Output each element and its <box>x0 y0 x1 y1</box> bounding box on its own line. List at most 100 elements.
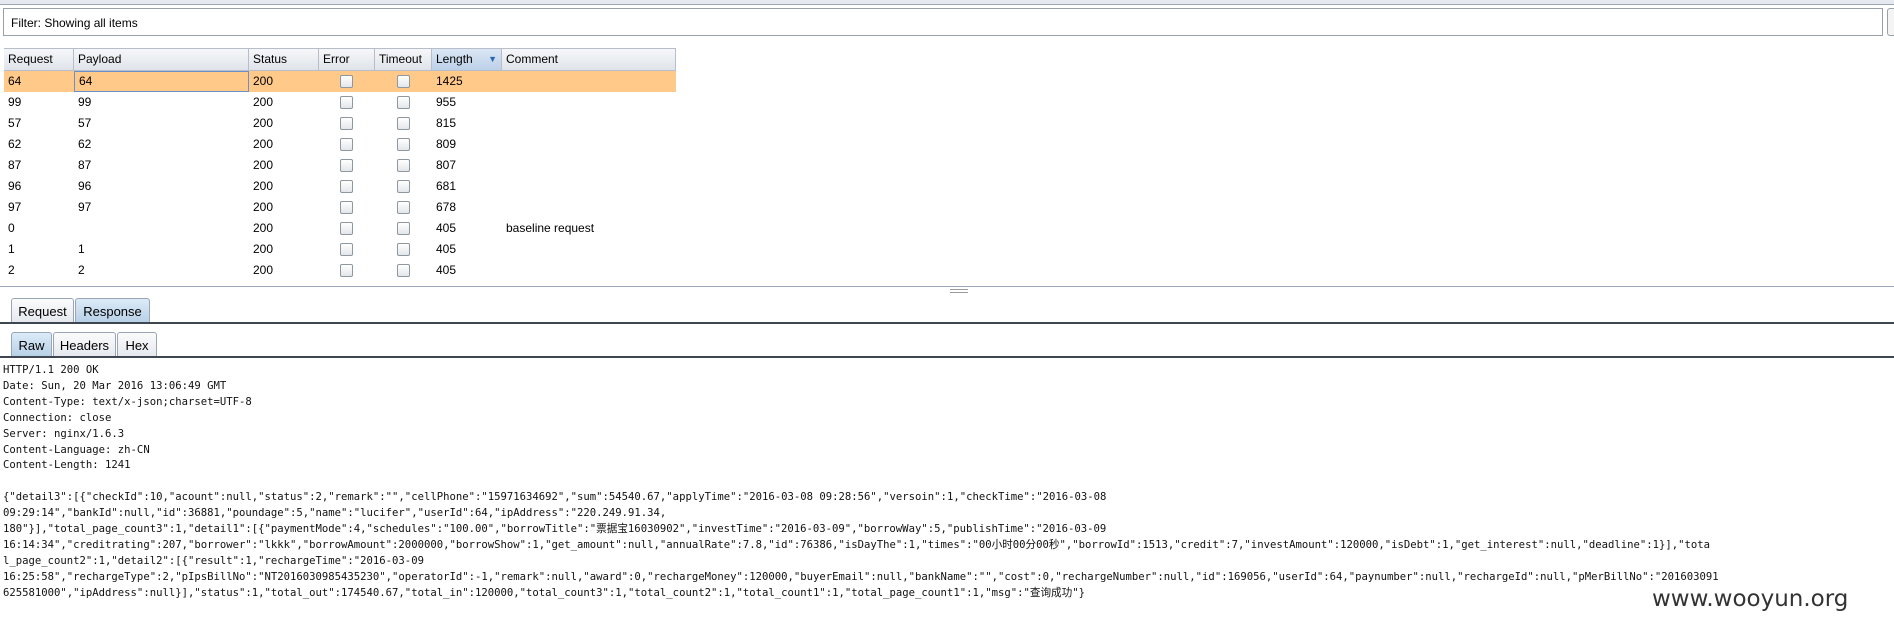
cell-payload: 97 <box>78 200 92 214</box>
error-checkbox[interactable] <box>340 75 353 88</box>
tab-response[interactable]: Response <box>75 298 150 323</box>
column-header-timeout[interactable]: Timeout <box>375 49 432 70</box>
cell-request: 62 <box>8 137 22 151</box>
cell-length: 807 <box>436 158 457 172</box>
column-header-length[interactable]: Length ▼ <box>432 49 502 70</box>
table-row[interactable]: 87 87 200 807 <box>4 155 676 176</box>
column-header-request[interactable]: Request <box>4 49 74 70</box>
cell-payload: 57 <box>78 116 92 130</box>
timeout-checkbox[interactable] <box>397 180 410 193</box>
table-row[interactable]: 0 200 405 baseline request <box>4 218 676 239</box>
response-line: {"detail3":[{"checkId":10,"acount":null,… <box>3 491 1107 504</box>
timeout-checkbox[interactable] <box>397 75 410 88</box>
cell-payload <box>74 218 249 239</box>
cell-length: 405 <box>436 242 457 256</box>
timeout-checkbox[interactable] <box>397 96 410 109</box>
table-row[interactable]: 2 2 200 405 <box>4 260 676 281</box>
watermark: www.wooyun.org <box>1652 586 1849 612</box>
filter-edge-button[interactable] <box>1887 8 1894 36</box>
error-checkbox[interactable] <box>340 117 353 130</box>
tab-request[interactable]: Request <box>11 298 74 323</box>
cell-request: 87 <box>8 158 22 172</box>
timeout-checkbox[interactable] <box>397 264 410 277</box>
error-checkbox[interactable] <box>340 159 353 172</box>
cell-length: 1425 <box>436 74 463 88</box>
cell-status: 200 <box>253 179 274 193</box>
error-checkbox[interactable] <box>340 264 353 277</box>
cell-payload: 2 <box>78 263 85 277</box>
cell-status: 200 <box>253 95 274 109</box>
cell-length: 405 <box>436 263 457 277</box>
response-line: Content-Language: zh-CN <box>3 443 150 456</box>
cell-length: 678 <box>436 200 457 214</box>
tab-raw[interactable]: Raw <box>11 332 52 357</box>
cell-status: 200 <box>253 137 274 151</box>
response-body[interactable]: HTTP/1.1 200 OK Date: Sun, 20 Mar 2016 13… <box>3 363 1888 602</box>
table-row[interactable]: 57 57 200 815 <box>4 113 676 134</box>
sort-descending-icon: ▼ <box>488 54 497 64</box>
cell-payload: 64 <box>74 71 249 92</box>
window-top-border <box>0 0 1894 5</box>
error-checkbox[interactable] <box>340 138 353 151</box>
table-row[interactable]: 99 99 200 955 <box>4 92 676 113</box>
cell-status: 200 <box>253 74 274 88</box>
tab-hex[interactable]: Hex <box>117 332 157 357</box>
filter-label: Filter: Showing all items <box>11 16 138 30</box>
cell-comment: baseline request <box>506 221 595 235</box>
response-line: Server: nginx/1.6.3 <box>3 427 125 440</box>
timeout-checkbox[interactable] <box>397 159 410 172</box>
cell-status: 200 <box>253 242 274 256</box>
column-header-payload[interactable]: Payload <box>74 49 249 70</box>
table-row[interactable]: 1 1 200 405 <box>4 239 676 260</box>
error-checkbox[interactable] <box>340 201 353 214</box>
cell-request: 99 <box>8 95 22 109</box>
timeout-checkbox[interactable] <box>397 117 410 130</box>
cell-status: 200 <box>253 221 274 235</box>
response-line: Date: Sun, 20 Mar 2016 13:06:49 GMT <box>3 379 227 392</box>
cell-comment <box>502 113 676 134</box>
timeout-checkbox[interactable] <box>397 138 410 151</box>
cell-length: 955 <box>436 95 457 109</box>
table-row[interactable]: 97 97 200 678 <box>4 197 676 218</box>
column-header-error[interactable]: Error <box>319 49 375 70</box>
timeout-checkbox[interactable] <box>397 243 410 256</box>
view-tab-underline <box>0 356 1894 358</box>
response-line: 16:25:58","rechargeType":2,"pIpsBillNo":… <box>3 570 1719 583</box>
table-row[interactable]: 96 96 200 681 <box>4 176 676 197</box>
splitter-handle[interactable] <box>950 289 968 293</box>
response-line: Content-Type: text/x-json;charset=UTF-8 <box>3 395 252 408</box>
timeout-checkbox[interactable] <box>397 201 410 214</box>
response-line: l_page_count2":1,"detail2":[{"result":1,… <box>3 554 424 567</box>
response-line <box>3 474 1888 490</box>
column-header-length-label: Length <box>436 52 473 66</box>
table-row[interactable]: 62 62 200 809 <box>4 134 676 155</box>
cell-length: 681 <box>436 179 457 193</box>
cell-comment <box>502 197 676 218</box>
cell-comment <box>502 239 676 260</box>
cell-request: 57 <box>8 116 22 130</box>
cell-length: 809 <box>436 137 457 151</box>
response-line: 09:29:14","bankId":null,"id":36881,"poun… <box>3 507 667 520</box>
cell-payload: 96 <box>78 179 92 193</box>
error-checkbox[interactable] <box>340 222 353 235</box>
cell-length: 405 <box>436 221 457 235</box>
cell-request: 2 <box>8 263 15 277</box>
response-line: HTTP/1.1 200 OK <box>3 364 99 376</box>
filter-bar[interactable]: Filter: Showing all items <box>3 8 1883 36</box>
error-checkbox[interactable] <box>340 243 353 256</box>
table-row[interactable]: 64 64 200 1425 <box>4 71 676 92</box>
cell-status: 200 <box>253 116 274 130</box>
cell-comment <box>502 155 676 176</box>
table-header: Request Payload Status Error Timeout Len… <box>4 48 676 71</box>
error-checkbox[interactable] <box>340 180 353 193</box>
column-header-status[interactable]: Status <box>249 49 319 70</box>
cell-request: 64 <box>8 74 22 88</box>
panel-divider <box>0 286 1894 287</box>
error-checkbox[interactable] <box>340 96 353 109</box>
response-line: Content-Length: 1241 <box>3 459 131 472</box>
timeout-checkbox[interactable] <box>397 222 410 235</box>
tab-headers[interactable]: Headers <box>53 332 116 357</box>
cell-status: 200 <box>253 158 274 172</box>
column-header-comment[interactable]: Comment <box>502 49 676 70</box>
cell-request: 0 <box>8 221 15 235</box>
